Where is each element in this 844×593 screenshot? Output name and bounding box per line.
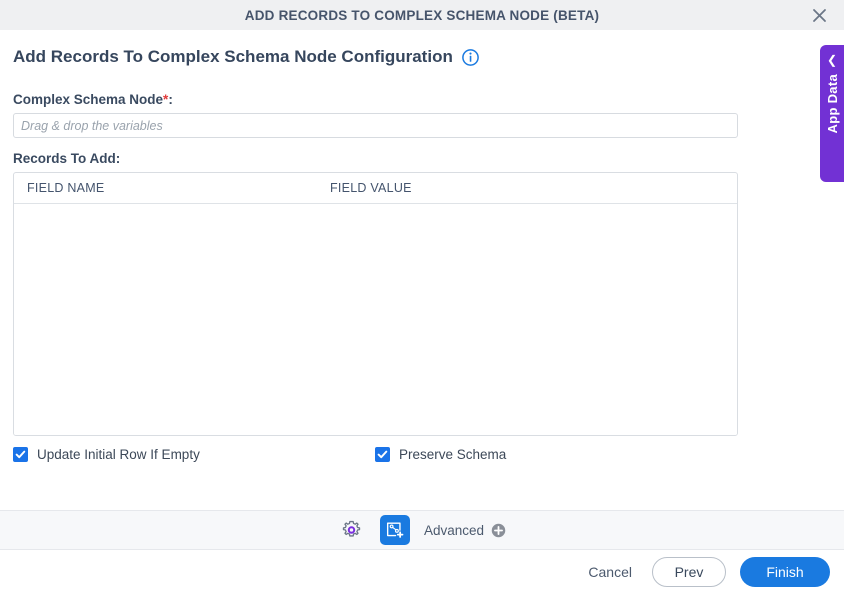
advanced-label: Advanced: [423, 522, 485, 538]
gear-icon: [343, 520, 361, 537]
dialog-content: Add Records To Complex Schema Node Confi…: [0, 30, 844, 510]
checkbox-label: Update Initial Row If Empty: [37, 447, 200, 462]
app-data-label: App Data: [824, 74, 840, 134]
plus-circle-icon[interactable]: [491, 523, 506, 538]
advanced-toggle[interactable]: Advanced: [424, 523, 506, 538]
finish-button[interactable]: Finish: [740, 556, 830, 587]
info-icon[interactable]: [461, 48, 479, 66]
page-title: Add Records To Complex Schema Node Confi…: [13, 47, 453, 66]
settings-button[interactable]: [338, 516, 366, 544]
complex-schema-node-input[interactable]: [13, 113, 738, 138]
checkbox-preserve-schema[interactable]: Preserve Schema: [375, 447, 506, 462]
chevron-left-icon: ❮: [826, 53, 838, 67]
add-variable-icon: [386, 522, 404, 538]
column-header-field-name: FIELD NAME: [27, 181, 105, 195]
column-header-field-value: FIELD VALUE: [330, 181, 412, 195]
cancel-button[interactable]: Cancel: [582, 558, 638, 586]
table-body[interactable]: [14, 204, 737, 435]
checkbox-update-initial-row-if-empty[interactable]: Update Initial Row If Empty: [13, 447, 200, 462]
check-icon: [377, 450, 388, 459]
app-data-panel-tab[interactable]: ❮ App Data: [820, 45, 844, 182]
bottom-toolbar: Advanced: [0, 510, 844, 550]
records-to-add-table: FIELD NAME FIELD VALUE: [13, 172, 738, 436]
page-title-row: Add Records To Complex Schema Node Confi…: [13, 47, 479, 67]
table-header-row: FIELD NAME FIELD VALUE: [14, 173, 737, 204]
close-icon: [812, 8, 826, 22]
close-button[interactable]: [802, 0, 836, 30]
checkbox-box[interactable]: [375, 447, 390, 462]
complex-schema-node-label: Complex Schema Node*:: [13, 92, 173, 107]
window-title: ADD RECORDS TO COMPLEX SCHEMA NODE (BETA…: [244, 7, 600, 23]
checkbox-box[interactable]: [13, 447, 28, 462]
checkbox-label: Preserve Schema: [399, 447, 507, 462]
dialog-footer: Cancel Prev Finish: [0, 550, 844, 593]
check-icon: [15, 450, 26, 459]
add-variable-button[interactable]: [379, 515, 410, 545]
window-title-bar: ADD RECORDS TO COMPLEX SCHEMA NODE (BETA…: [0, 0, 844, 30]
complex-schema-node-label-text: Complex Schema Node: [13, 92, 164, 107]
records-to-add-label: Records To Add:: [13, 151, 121, 166]
prev-button[interactable]: Prev: [652, 556, 726, 587]
label-colon: :: [168, 92, 173, 107]
